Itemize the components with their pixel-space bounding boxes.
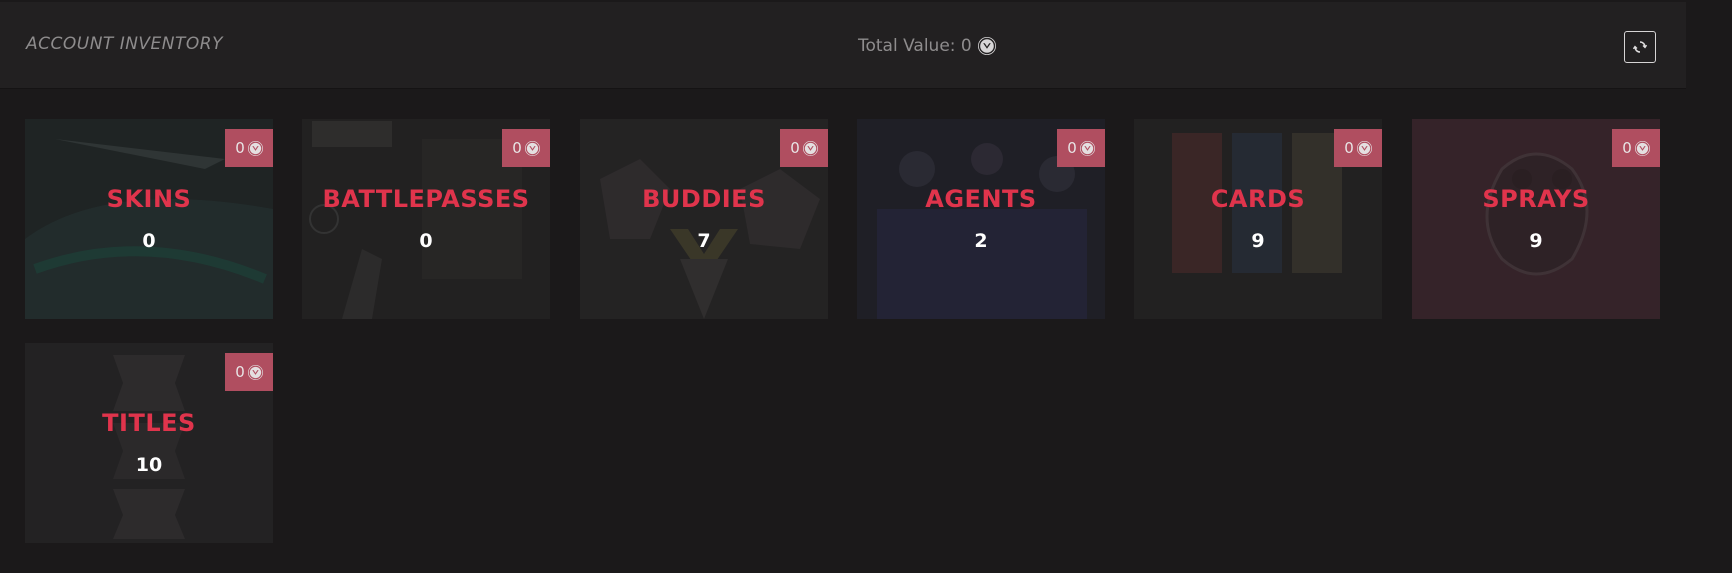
card-title: AGENTS [925,185,1037,213]
card-value: 0 [790,139,800,157]
valorant-points-icon [247,364,263,380]
card-title: CARDS [1210,185,1306,213]
card-value-badge: 0 [1612,129,1660,167]
valorant-points-icon [1356,140,1372,156]
inventory-card-titles[interactable]: 0 TITLES 10 [25,343,273,543]
card-value: 0 [512,139,522,157]
card-value-badge: 0 [225,129,273,167]
card-value: 0 [1344,139,1354,157]
card-value-badge: 0 [1334,129,1382,167]
card-value: 0 [235,139,245,157]
inventory-header: ACCOUNT INVENTORY Total Value: 0 [0,2,1686,89]
card-title: SPRAYS [1482,185,1590,213]
inventory-card-battlepasses[interactable]: 0 BATTLEPASSES 0 [302,119,550,319]
refresh-button[interactable] [1624,31,1656,63]
card-value-badge: 0 [780,129,828,167]
valorant-points-icon [524,140,540,156]
card-value: 0 [1622,139,1632,157]
inventory-card-skins[interactable]: 0 SKINS 0 [25,119,273,319]
card-title: BUDDIES [642,185,766,213]
card-count: 9 [1529,230,1543,252]
card-count: 0 [419,230,433,252]
inventory-card-sprays[interactable]: 0 SPRAYS 9 [1412,119,1660,319]
valorant-points-icon [247,140,263,156]
card-count: 2 [974,230,988,252]
valorant-points-icon [1079,140,1095,156]
valorant-points-icon [1634,140,1650,156]
valorant-points-icon [802,140,818,156]
card-value: 0 [235,363,245,381]
card-count: 9 [1251,230,1265,252]
card-title: BATTLEPASSES [322,185,530,213]
valorant-points-icon [977,37,996,55]
refresh-icon [1633,41,1647,53]
card-count: 7 [697,230,711,252]
inventory-card-cards[interactable]: 0 CARDS 9 [1134,119,1382,319]
card-title: TITLES [102,409,196,437]
card-value-badge: 0 [1057,129,1105,167]
inventory-page: ACCOUNT INVENTORY Total Value: 0 0 SKINS… [0,0,1732,573]
total-value-label: Total Value: 0 [858,36,972,56]
page-title: ACCOUNT INVENTORY [26,34,223,54]
total-value: Total Value: 0 [858,36,996,56]
inventory-card-agents[interactable]: 0 AGENTS 2 [857,119,1105,319]
inventory-card-buddies[interactable]: 0 BUDDIES 7 [580,119,828,319]
card-value: 0 [1067,139,1077,157]
card-count: 0 [142,230,156,252]
card-value-badge: 0 [502,129,550,167]
card-value-badge: 0 [225,353,273,391]
card-title: SKINS [106,185,192,213]
card-count: 10 [135,454,163,476]
